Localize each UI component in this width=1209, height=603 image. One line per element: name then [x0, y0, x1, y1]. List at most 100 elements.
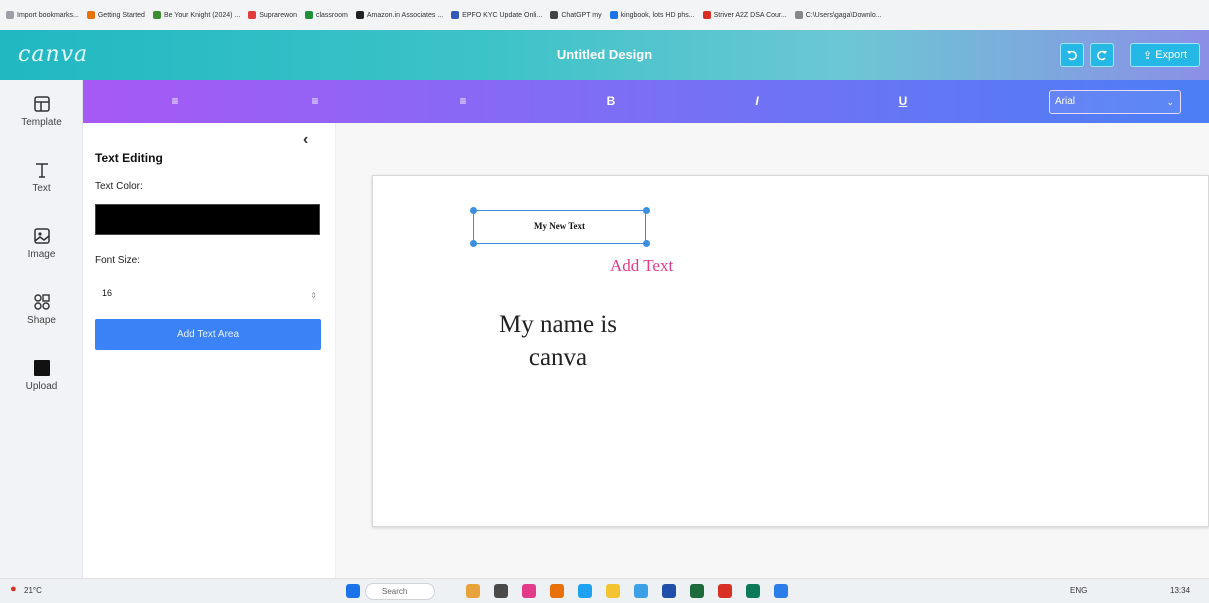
app-icon[interactable]	[578, 584, 592, 598]
resize-handle[interactable]	[643, 207, 650, 214]
name-text-line: My name is	[498, 311, 618, 338]
app-icon[interactable]	[662, 584, 676, 598]
bookmark-icon	[248, 11, 257, 19]
bookmark-item[interactable]: Amazon.in Associates ...	[355, 11, 443, 19]
font-size-value: 16	[102, 288, 113, 298]
bookmark-label: C:\Users\gaga\Downlo...	[805, 11, 882, 19]
image-icon	[33, 228, 50, 244]
sidebar-item-label: Template	[21, 117, 62, 128]
template-icon	[33, 96, 50, 112]
text-icon	[35, 163, 48, 178]
export-button[interactable]: ⇪ Export	[1130, 43, 1200, 67]
start-icon[interactable]	[346, 584, 360, 598]
bookmark-icon	[152, 11, 161, 19]
language-indicator[interactable]: ENG	[1070, 586, 1087, 595]
bookmarks-bar: Import bookmarks... Getting Started Be You…	[0, 0, 1209, 30]
sidebar-item-upload[interactable]: Upload	[0, 358, 83, 392]
design-title[interactable]: Untitled Design	[0, 47, 1209, 62]
sidebar-item-image[interactable]: Image	[0, 226, 83, 260]
bookmark-icon	[304, 11, 313, 19]
font-family-value: Arial	[1055, 96, 1076, 107]
add-text-area-button[interactable]: Add Text Area	[95, 319, 321, 350]
text-color-label: Text Color:	[95, 181, 143, 192]
resize-handle[interactable]	[643, 240, 650, 247]
resize-handle[interactable]	[470, 207, 477, 214]
app-icon[interactable]	[690, 584, 704, 598]
redo-button[interactable]	[1090, 43, 1114, 67]
collapse-panel-icon[interactable]: ‹	[303, 131, 308, 149]
bookmark-icon	[609, 11, 618, 19]
sidebar-item-label: Image	[27, 249, 56, 260]
app-icon[interactable]	[522, 584, 536, 598]
name-text-element[interactable]: My name is canva	[473, 308, 643, 374]
canva-logo[interactable]: canva	[18, 42, 88, 67]
add-text-element[interactable]: Add Text	[610, 256, 673, 276]
text-editing-panel: ‹ Text Editing Text Color: Font Size: 16…	[83, 123, 336, 578]
app-header: canva Untitled Design ⇪ Export	[0, 30, 1209, 80]
text-color-picker[interactable]	[95, 204, 320, 235]
align-center-icon[interactable]: ≡	[303, 92, 327, 110]
left-sidebar: Template Text Image Shape Upload	[0, 80, 83, 578]
bookmark-item[interactable]: C:\Users\gaga\Downlo...	[794, 11, 882, 19]
bookmark-label: Import bookmarks...	[17, 11, 79, 19]
taskbar-search[interactable]: Search	[365, 583, 435, 600]
app-icon[interactable]	[634, 584, 648, 598]
sidebar-item-label: Shape	[27, 315, 56, 326]
weather-temp[interactable]: 21°C	[24, 586, 42, 595]
undo-button[interactable]	[1060, 43, 1084, 67]
bookmark-item[interactable]: kingbook, lots HD phs...	[609, 11, 695, 19]
bookmark-item[interactable]: classroom	[304, 11, 348, 19]
search-label: Search	[382, 587, 408, 596]
stepper-icon[interactable]: ⇕	[310, 286, 317, 306]
app-icon[interactable]	[718, 584, 732, 598]
folder-icon[interactable]	[606, 584, 620, 598]
bookmark-icon	[702, 11, 711, 19]
chevron-down-icon: ⌄	[1166, 97, 1174, 107]
bold-icon[interactable]: B	[599, 92, 623, 110]
bookmark-label: Be Your Knight (2024) ...	[163, 11, 241, 19]
bookmark-label: ChatGPT my	[561, 11, 602, 19]
weather-icon: ●	[10, 583, 17, 595]
sidebar-item-text[interactable]: Text	[0, 160, 83, 194]
align-right-icon[interactable]: ≡	[451, 92, 475, 110]
app-icon[interactable]	[550, 584, 564, 598]
shape-icon	[33, 294, 50, 310]
undo-icon	[1067, 50, 1077, 61]
align-left-icon[interactable]: ≡	[163, 92, 187, 110]
font-family-select[interactable]: Arial ⌄	[1049, 90, 1181, 114]
vscode-icon[interactable]	[774, 584, 788, 598]
font-size-label: Font Size:	[95, 255, 141, 266]
app-icon[interactable]	[746, 584, 760, 598]
windows-taskbar: ● 21°C Search ENG 13:34	[0, 578, 1209, 603]
bookmark-item[interactable]: Suprarewon	[248, 11, 297, 19]
bookmark-label: Getting Started	[97, 11, 145, 19]
bookmark-label: classroom	[315, 11, 348, 19]
app-icon[interactable]	[494, 584, 508, 598]
bookmark-icon	[355, 11, 364, 19]
italic-icon[interactable]: I	[745, 92, 769, 110]
selected-text-box[interactable]: My New Text	[473, 210, 646, 244]
bookmark-item[interactable]: Be Your Knight (2024) ...	[152, 11, 241, 19]
bookmark-item[interactable]: Import bookmarks...	[6, 11, 79, 19]
bookmark-item[interactable]: EPFO KYC Update Onli...	[451, 11, 542, 19]
bookmark-label: kingbook, lots HD phs...	[620, 11, 695, 19]
font-size-input[interactable]: 16 ⇕	[95, 283, 320, 303]
sidebar-item-template[interactable]: Template	[0, 94, 83, 128]
sidebar-item-shape[interactable]: Shape	[0, 292, 83, 326]
bookmark-item[interactable]: Getting Started	[86, 11, 145, 19]
bookmark-item[interactable]: Striver A2Z DSA Cour...	[702, 11, 787, 19]
export-label: Export	[1155, 49, 1187, 61]
sidebar-item-label: Upload	[25, 381, 58, 392]
resize-handle[interactable]	[470, 240, 477, 247]
upload-icon	[33, 360, 50, 376]
clock[interactable]: 13:34	[1170, 586, 1190, 595]
bookmark-icon	[451, 11, 460, 19]
sidebar-item-label: Text	[32, 183, 51, 194]
bookmark-icon	[86, 11, 95, 19]
design-canvas[interactable]: My New Text Add Text My name is canva	[372, 175, 1209, 527]
underline-icon[interactable]: U	[891, 92, 915, 110]
name-text-line: canva	[528, 344, 588, 371]
bookmark-item[interactable]: ChatGPT my	[550, 11, 602, 19]
format-toolbar: Arial ⌄ ≡ ≡ ≡ B I U	[83, 80, 1209, 123]
app-icon[interactable]	[466, 584, 480, 598]
